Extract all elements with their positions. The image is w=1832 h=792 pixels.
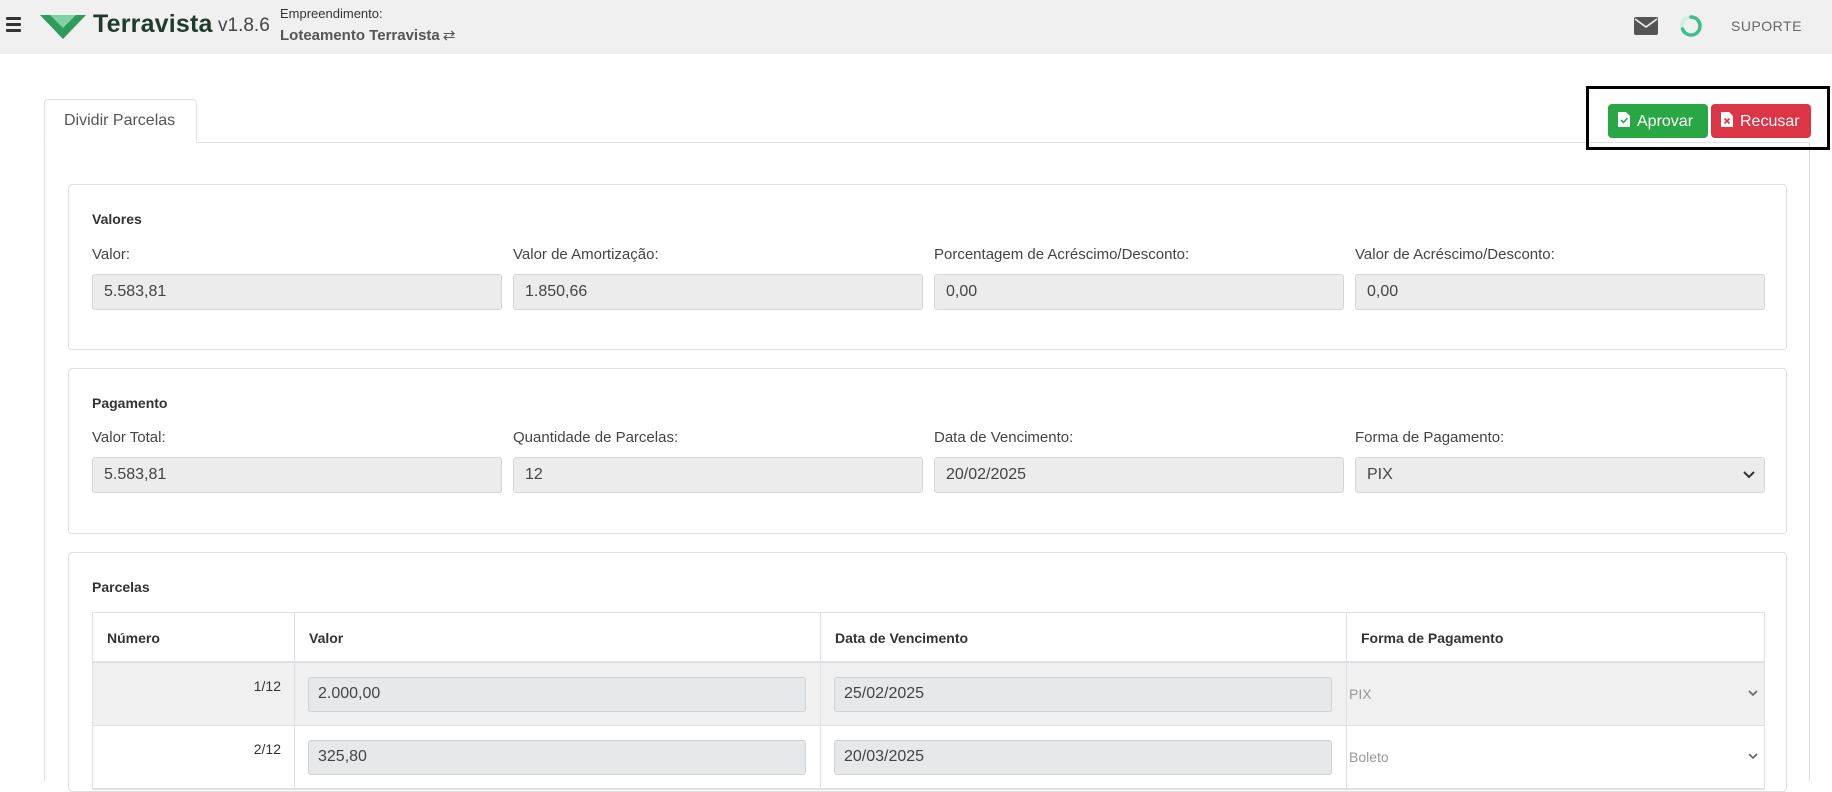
valor-acrescimo-label: Valor de Acréscimo/Desconto: [1355,246,1555,263]
parcelas-title: Parcelas [92,579,150,595]
parcela-forma-select[interactable]: PIX [1347,663,1766,726]
pagamento-card: Pagamento Valor Total: 5.583,81 Quantida… [68,368,1787,534]
valor-total-field[interactable]: 5.583,81 [92,457,502,493]
valor-amortizacao-field[interactable]: 1.850,66 [513,274,923,310]
approve-label: Aprovar [1637,113,1694,130]
parcela-vencimento-input[interactable]: 25/02/2025 [834,677,1332,712]
parcelas-card: Parcelas Número Valor Data de Vencimento… [68,552,1787,792]
support-link[interactable]: SUPORTE [1731,18,1802,34]
valores-title: Valores [92,211,142,227]
valor-total-label: Valor Total: [92,429,166,446]
tab-divider [44,142,1810,143]
brand-name: Terravista [93,10,213,38]
porcentagem-acrescimo-field[interactable]: 0,00 [934,274,1344,310]
parcela-valor-cell: 325,80 [295,726,821,789]
refuse-label: Recusar [1740,113,1800,130]
logo-icon [40,15,86,39]
table-row: 1/12 2.000,00 25/02/2025 PIX [93,663,1764,726]
approve-button[interactable]: Aprovar [1608,104,1708,138]
parcela-vencimento-cell: 20/03/2025 [821,726,1347,789]
valor-label: Valor: [92,246,131,263]
menu-icon[interactable] [6,17,21,32]
table-header: Número Valor Data de Vencimento Forma de… [93,613,1764,663]
empreendimento-selector[interactable]: Loteamento Terravista ⇄ [280,26,455,44]
empreendimento-label: Empreendimento: [280,6,383,21]
column-header-valor: Valor [295,613,821,663]
table-row: 2/12 325,80 20/03/2025 Boleto [93,726,1764,789]
parcela-forma-select[interactable]: Boleto [1347,726,1766,789]
data-vencimento-label: Data de Vencimento: [934,429,1074,446]
chevron-down-icon [1748,753,1758,760]
valores-card: Valores Valor: 5.583,81 Valor de Amortiz… [68,184,1787,350]
quantidade-parcelas-field[interactable]: 12 [513,457,923,493]
app-version: v1.8.6 [218,15,270,36]
parcela-valor-input[interactable]: 325,80 [308,740,806,775]
column-header-data-vencimento: Data de Vencimento [821,613,1347,663]
refuse-button[interactable]: Recusar [1711,104,1811,138]
swap-icon: ⇄ [442,27,456,44]
parcela-valor-input[interactable]: 2.000,00 [308,677,806,712]
data-vencimento-field[interactable]: 20/02/2025 [934,457,1344,493]
parcela-vencimento-cell: 25/02/2025 [821,663,1347,726]
parcela-numero: 2/12 [93,726,295,789]
parcelas-table: Número Valor Data de Vencimento Forma de… [92,612,1765,790]
parcela-vencimento-input[interactable]: 20/03/2025 [834,740,1332,775]
forma-pagamento-value: PIX [1367,466,1393,483]
parcela-valor-cell: 2.000,00 [295,663,821,726]
file-check-icon [1618,112,1630,127]
spinner-icon [1680,15,1702,37]
pagamento-title: Pagamento [92,395,168,411]
top-bar: Terravista v1.8.6 Empreendimento: Loteam… [0,0,1832,54]
tab-dividir-parcelas[interactable]: Dividir Parcelas [44,99,197,143]
chevron-down-icon [1743,471,1755,479]
porcentagem-acrescimo-label: Porcentagem de Acréscimo/Desconto: [934,246,1190,263]
mail-icon[interactable] [1634,17,1658,35]
valor-amortizacao-label: Valor de Amortização: [513,246,659,263]
forma-pagamento-label: Forma de Pagamento: [1355,429,1505,446]
file-x-icon [1721,112,1733,127]
parcela-forma-value: PIX [1349,686,1372,702]
column-header-numero: Número [93,613,295,663]
parcela-numero: 1/12 [93,663,295,726]
column-header-forma-pagamento: Forma de Pagamento [1361,630,1504,646]
empreendimento-name: Loteamento Terravista [280,27,440,44]
chevron-down-icon [1748,690,1758,697]
forma-pagamento-select[interactable]: PIX [1355,457,1765,493]
quantidade-parcelas-label: Quantidade de Parcelas: [513,429,679,446]
valor-field[interactable]: 5.583,81 [92,274,502,310]
valor-acrescimo-field[interactable]: 0,00 [1355,274,1765,310]
